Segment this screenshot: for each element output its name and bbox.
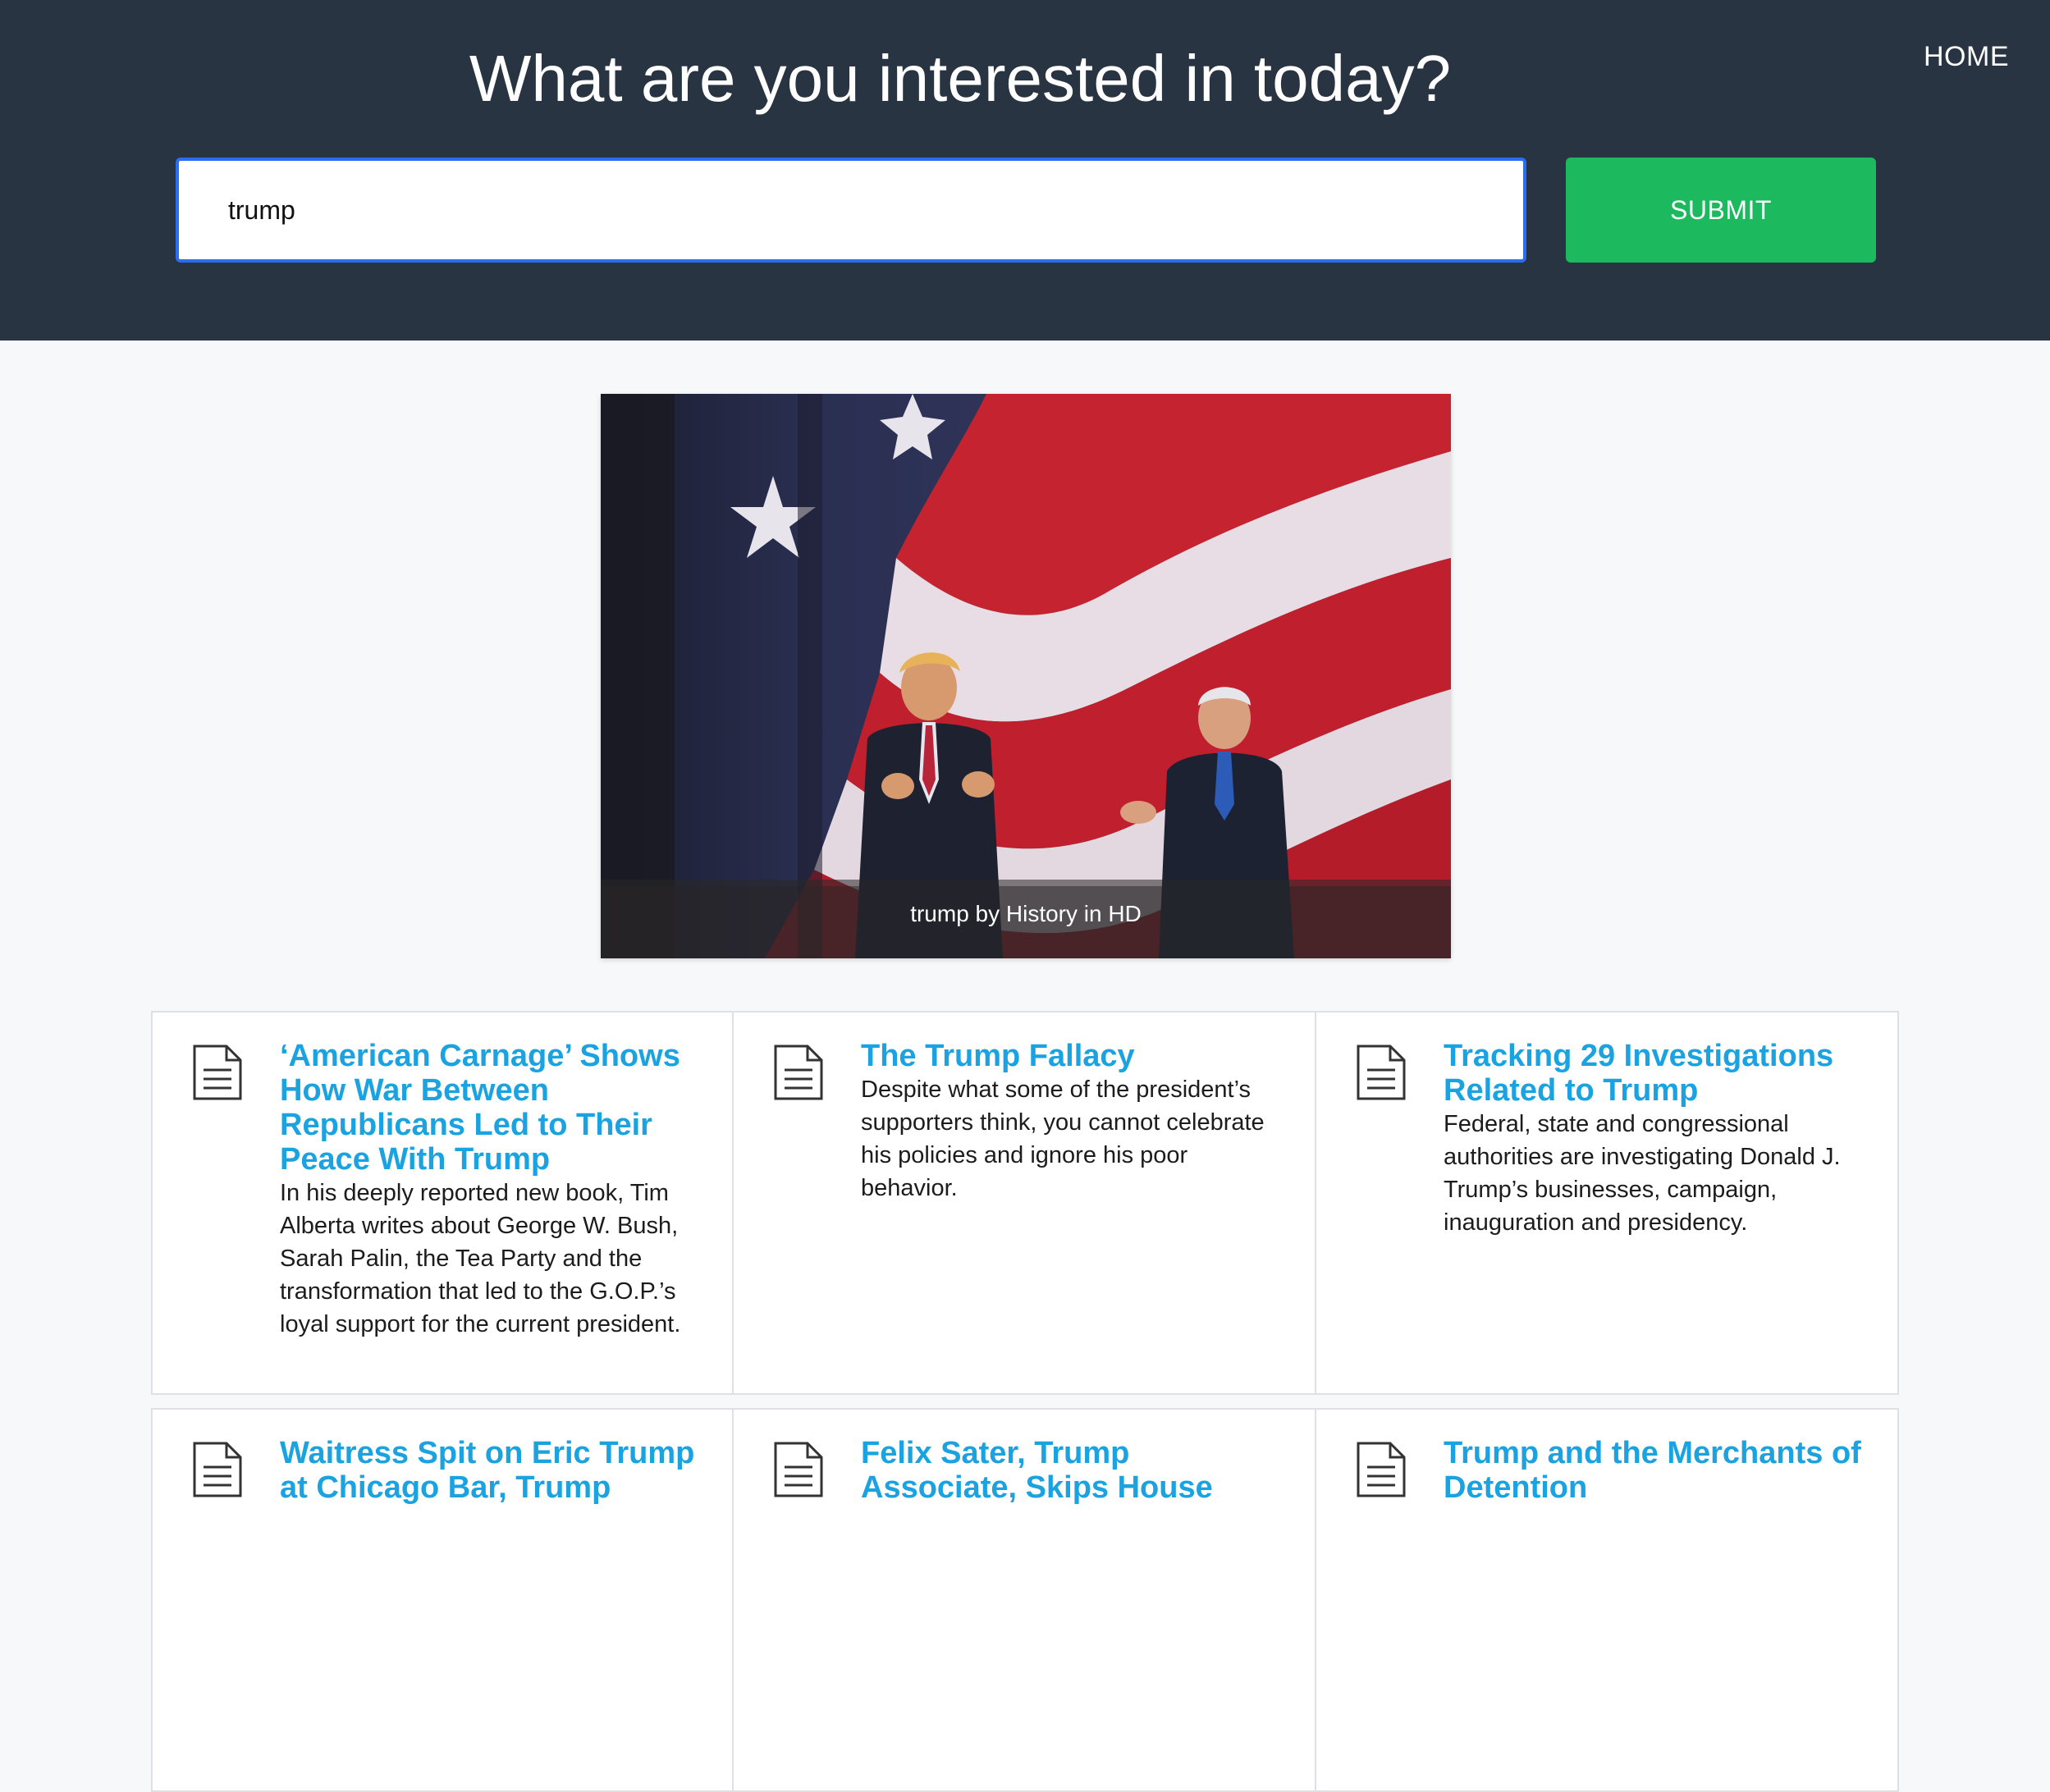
article-card[interactable]: ‘American Carnage’ Shows How War Between… [151, 1011, 734, 1395]
hero-caption: trump by History in HD [601, 880, 1451, 958]
article-title[interactable]: Felix Sater, Trump Associate, Skips Hous… [861, 1436, 1288, 1505]
article-grid: ‘American Carnage’ Shows How War Between… [151, 1011, 1899, 1792]
page-title: What are you interested in today? [469, 42, 1452, 115]
article-title[interactable]: Waitress Spit on Eric Trump at Chicago B… [280, 1436, 707, 1505]
header-bar: What are you interested in today? HOME S… [0, 0, 2050, 341]
submit-button[interactable]: SUBMIT [1566, 158, 1876, 263]
document-icon [193, 1045, 242, 1100]
article-title[interactable]: Tracking 29 Investigations Related to Tr… [1444, 1039, 1870, 1108]
article-description: Federal, state and congressional authori… [1444, 1111, 1841, 1236]
article-card[interactable]: Waitress Spit on Eric Trump at Chicago B… [151, 1408, 734, 1792]
article-title[interactable]: ‘American Carnage’ Shows How War Between… [280, 1039, 707, 1177]
article-card[interactable]: Trump and the Merchants of Detention [1315, 1408, 1899, 1792]
document-icon [774, 1442, 823, 1497]
article-title[interactable]: Trump and the Merchants of Detention [1444, 1436, 1870, 1505]
document-icon [193, 1442, 242, 1497]
article-description: In his deeply reported new book, Tim Alb… [280, 1180, 681, 1337]
article-card[interactable]: Tracking 29 Investigations Related to Tr… [1315, 1011, 1899, 1395]
article-card[interactable]: Felix Sater, Trump Associate, Skips Hous… [732, 1408, 1316, 1792]
hero-photo [601, 394, 1451, 958]
search-input[interactable] [176, 158, 1526, 263]
document-icon [1357, 1045, 1406, 1100]
article-card[interactable]: The Trump Fallacy Despite what some of t… [732, 1011, 1316, 1395]
hero-image[interactable]: trump by History in HD [601, 394, 1451, 958]
home-link[interactable]: HOME [1924, 41, 2009, 73]
article-description: Despite what some of the president’s sup… [861, 1077, 1265, 1201]
article-title[interactable]: The Trump Fallacy [861, 1039, 1288, 1073]
document-icon [1357, 1442, 1406, 1497]
document-icon [774, 1045, 823, 1100]
